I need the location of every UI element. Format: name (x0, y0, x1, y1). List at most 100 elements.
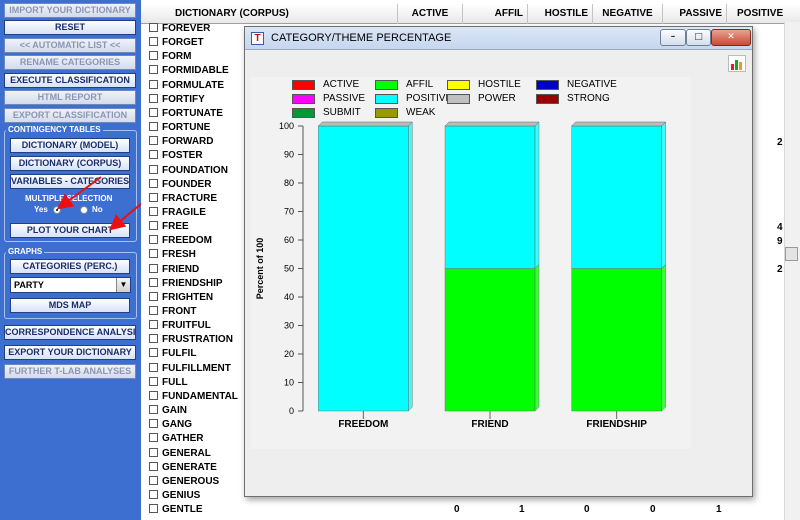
variables-categories-button[interactable]: VARIABLES - CATEGORIES (10, 174, 130, 189)
column-header-negative[interactable]: NEGATIVE (592, 4, 662, 24)
table-row[interactable]: FORTIFY (149, 93, 205, 107)
export-classification-button[interactable]: EXPORT CLASSIFICATION (4, 108, 136, 123)
maximize-button[interactable]: □ (686, 29, 711, 46)
table-row[interactable]: FREEDOM (149, 234, 212, 248)
row-checkbox[interactable] (149, 277, 158, 287)
row-checkbox[interactable] (149, 65, 158, 75)
row-checkbox[interactable] (149, 475, 158, 485)
row-checkbox[interactable] (149, 306, 158, 315)
table-row[interactable]: FORMULATE (149, 79, 224, 93)
html-report-button[interactable]: HTML REPORT (4, 90, 136, 105)
row-checkbox[interactable] (149, 461, 158, 471)
row-checkbox[interactable] (149, 192, 158, 202)
table-row[interactable]: FULFIL (149, 347, 196, 361)
mds-map-button[interactable]: MDS MAP (10, 298, 130, 313)
yes-radio[interactable] (53, 206, 61, 214)
row-checkbox[interactable] (149, 362, 158, 372)
export-dictionary-button[interactable]: EXPORT YOUR DICTIONARY (4, 345, 136, 360)
row-checkbox[interactable] (149, 320, 158, 330)
table-row[interactable]: FULFILLMENT (149, 362, 231, 376)
table-row[interactable]: FORWARD (149, 135, 213, 149)
row-checkbox[interactable] (149, 23, 158, 32)
table-row[interactable]: GENERATE (149, 461, 217, 475)
table-row[interactable]: FRUITFUL (149, 319, 211, 333)
table-row[interactable]: FOUNDATION (149, 164, 228, 178)
table-row[interactable]: FRIEND (149, 263, 199, 277)
correspondence-analysis-button[interactable]: CORRESPONDENCE ANALYSIS (4, 325, 136, 340)
categories-perc-button[interactable]: CATEGORIES (PERC.) (10, 259, 130, 274)
row-checkbox[interactable] (149, 504, 158, 514)
row-checkbox[interactable] (149, 93, 158, 103)
automatic-list-button[interactable]: << AUTOMATIC LIST << (4, 38, 136, 53)
table-row[interactable]: FOREVER (149, 22, 210, 36)
row-checkbox[interactable] (149, 37, 158, 47)
table-row[interactable]: GENEROUS (149, 475, 219, 489)
table-row[interactable]: FRUSTRATION (149, 333, 233, 347)
row-checkbox[interactable] (149, 235, 158, 245)
row-checkbox[interactable] (149, 164, 158, 174)
table-row[interactable]: GENIUS (149, 489, 200, 503)
close-button[interactable]: ✕ (711, 29, 751, 46)
row-checkbox[interactable] (149, 150, 158, 160)
minimize-button[interactable]: – (660, 29, 686, 46)
further-analyses-button[interactable]: FURTHER T-LAB ANALYSES (4, 364, 136, 379)
table-row[interactable]: GAIN (149, 404, 187, 418)
no-radio[interactable] (80, 206, 88, 214)
table-row[interactable]: FRONT (149, 305, 196, 319)
table-row[interactable]: FORMIDABLE (149, 64, 229, 78)
vertical-scrollbar[interactable] (784, 22, 800, 520)
column-header-positive[interactable]: POSITIVE (726, 4, 800, 24)
execute-classification-button[interactable]: EXECUTE CLASSIFICATION (4, 73, 136, 88)
table-row[interactable]: FOSTER (149, 149, 203, 163)
row-checkbox[interactable] (149, 221, 158, 231)
column-header-dictionary[interactable]: DICTIONARY (CORPUS) (157, 4, 397, 24)
row-checkbox[interactable] (149, 334, 158, 344)
row-checkbox[interactable] (149, 263, 158, 273)
table-row[interactable]: FREE (149, 220, 189, 234)
plot-your-chart-button[interactable]: PLOT YOUR CHART (10, 223, 130, 238)
row-checkbox[interactable] (149, 376, 158, 386)
window-titlebar[interactable]: T CATEGORY/THEME PERCENTAGE – □ ✕ (245, 27, 752, 50)
row-checkbox[interactable] (149, 348, 158, 358)
row-checkbox[interactable] (149, 178, 158, 188)
row-checkbox[interactable] (149, 206, 158, 216)
row-checkbox[interactable] (149, 419, 158, 429)
column-header-hostile[interactable]: HOSTILE (527, 4, 592, 24)
reset-button[interactable]: RESET (4, 20, 136, 35)
row-checkbox[interactable] (149, 249, 158, 259)
column-header-affil[interactable]: AFFIL (462, 4, 527, 24)
row-checkbox[interactable] (149, 489, 158, 499)
table-row[interactable]: FRAGILE (149, 206, 206, 220)
table-row[interactable]: FULL (149, 376, 188, 390)
row-checkbox[interactable] (149, 51, 158, 61)
variable-select[interactable]: PARTY ▼ (10, 277, 131, 293)
row-checkbox[interactable] (149, 136, 158, 146)
table-row[interactable]: FORTUNATE (149, 107, 223, 121)
column-header-passive[interactable]: PASSIVE (662, 4, 726, 24)
rename-categories-button[interactable]: RENAME CATEGORIES (4, 55, 136, 70)
table-row[interactable]: FRIENDSHIP (149, 277, 223, 291)
row-checkbox[interactable] (149, 390, 158, 400)
table-row[interactable]: GENERAL (149, 447, 211, 461)
column-header-active[interactable]: ACTIVE (397, 4, 462, 24)
row-checkbox[interactable] (149, 433, 158, 443)
row-checkbox[interactable] (149, 405, 158, 415)
row-checkbox[interactable] (149, 291, 158, 301)
row-checkbox[interactable] (149, 122, 158, 132)
scrollbar-thumb[interactable] (785, 247, 798, 261)
row-checkbox[interactable] (149, 79, 158, 89)
chart-settings-icon[interactable] (728, 55, 746, 72)
table-row[interactable]: GATHER (149, 432, 203, 446)
import-dictionary-button[interactable]: IMPORT YOUR DICTIONARY (4, 3, 136, 18)
dictionary-model-button[interactable]: DICTIONARY (MODEL) (10, 138, 130, 153)
table-row[interactable]: FRACTURE (149, 192, 217, 206)
table-row[interactable]: GANG (149, 418, 192, 432)
table-row[interactable]: FORM (149, 50, 191, 64)
table-row[interactable]: FUNDAMENTAL (149, 390, 238, 404)
table-row[interactable]: GENTLE (149, 503, 203, 517)
table-row[interactable]: FORTUNE (149, 121, 210, 135)
row-checkbox[interactable] (149, 447, 158, 457)
dictionary-corpus-button[interactable]: DICTIONARY (CORPUS) (10, 156, 130, 171)
table-row[interactable]: FRESH (149, 248, 196, 262)
chevron-down-icon[interactable]: ▼ (116, 278, 130, 292)
